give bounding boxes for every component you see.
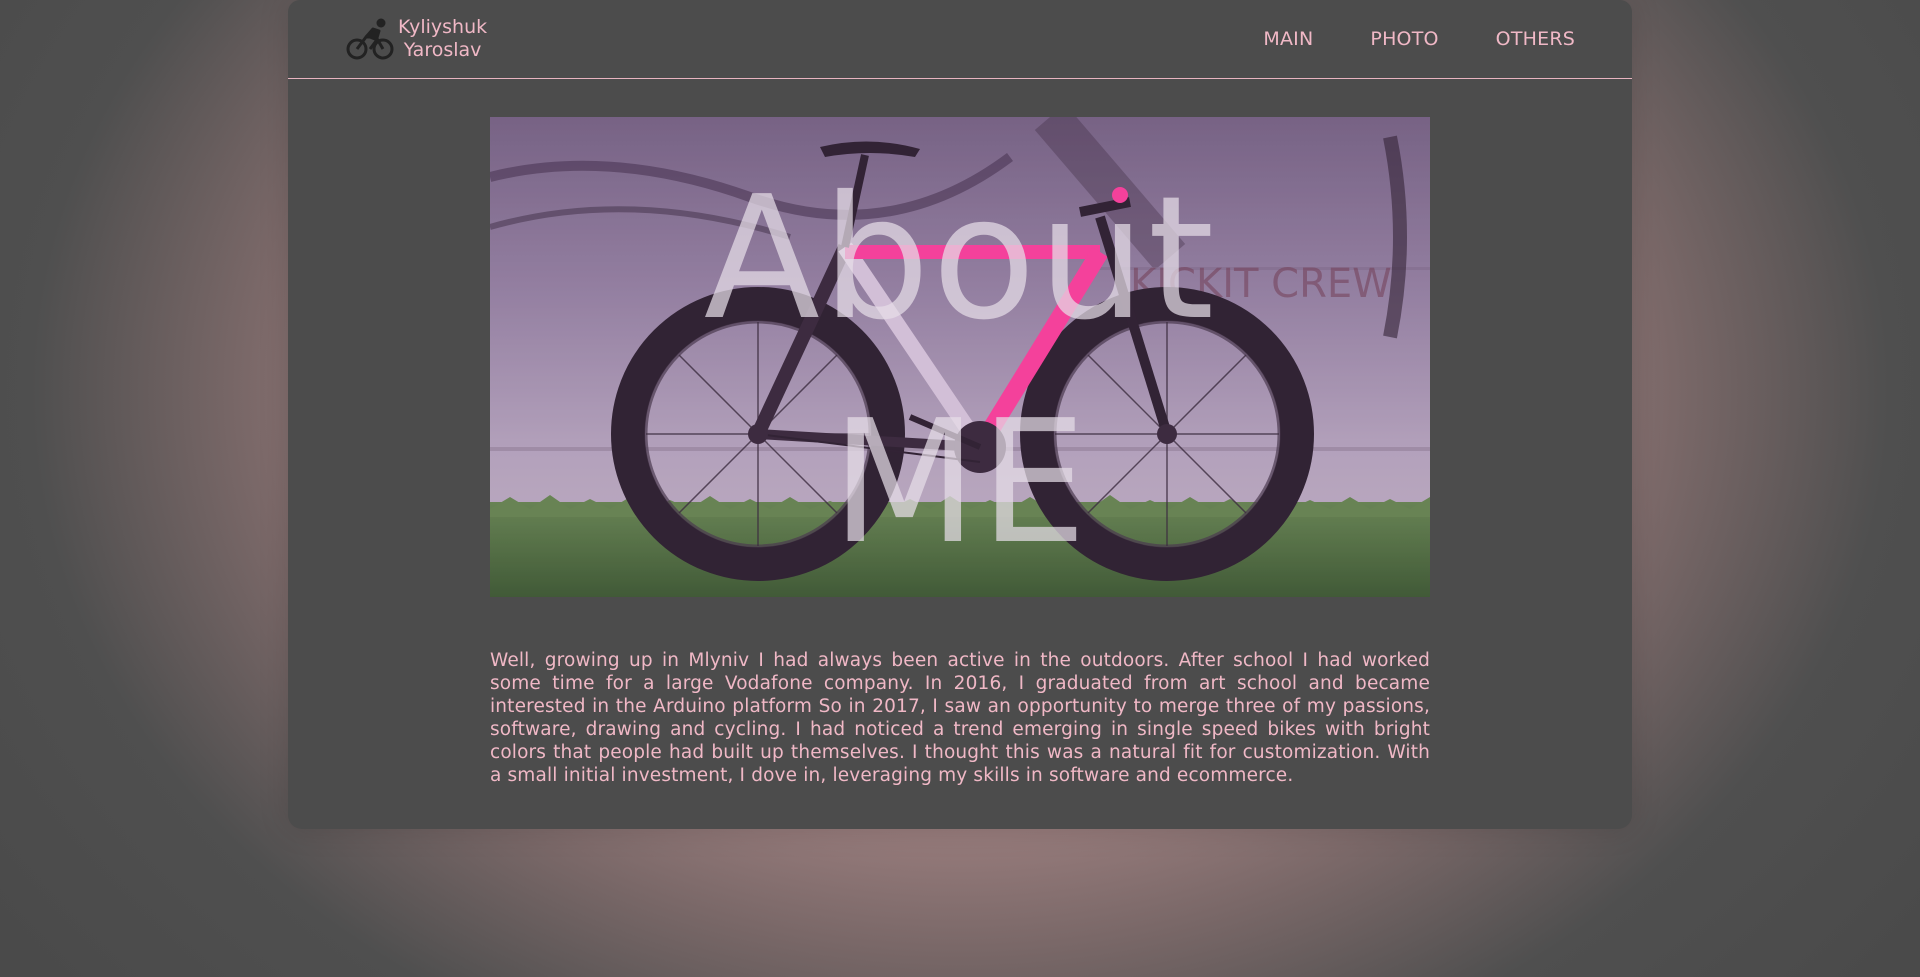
nav-link-main[interactable]: MAIN	[1263, 28, 1313, 50]
cyclist-icon	[346, 18, 394, 60]
nav-link-others[interactable]: OTHERS	[1496, 28, 1575, 50]
main-card: Kyliyshuk Yaroslav MAIN PHOTO OTHERS KIC…	[288, 0, 1632, 829]
hero-title-line1: About	[703, 160, 1217, 358]
brand-last-name: Yaroslav	[403, 39, 482, 61]
hero-title-line2: ME	[830, 384, 1090, 582]
hero-title: About ME	[490, 147, 1430, 595]
brand-logo[interactable]: Kyliyshuk Yaroslav	[346, 15, 487, 63]
site-header: Kyliyshuk Yaroslav MAIN PHOTO OTHERS	[288, 0, 1632, 79]
brand-first-name: Kyliyshuk	[398, 16, 488, 38]
hero-image: KICKIT CREW About ME	[490, 117, 1430, 597]
brand-name: Kyliyshuk Yaroslav	[398, 16, 487, 62]
about-paragraph: Well, growing up in Mlyniv I had always …	[490, 649, 1430, 786]
main-nav: MAIN PHOTO OTHERS	[1206, 28, 1575, 50]
nav-link-photo[interactable]: PHOTO	[1370, 28, 1438, 50]
